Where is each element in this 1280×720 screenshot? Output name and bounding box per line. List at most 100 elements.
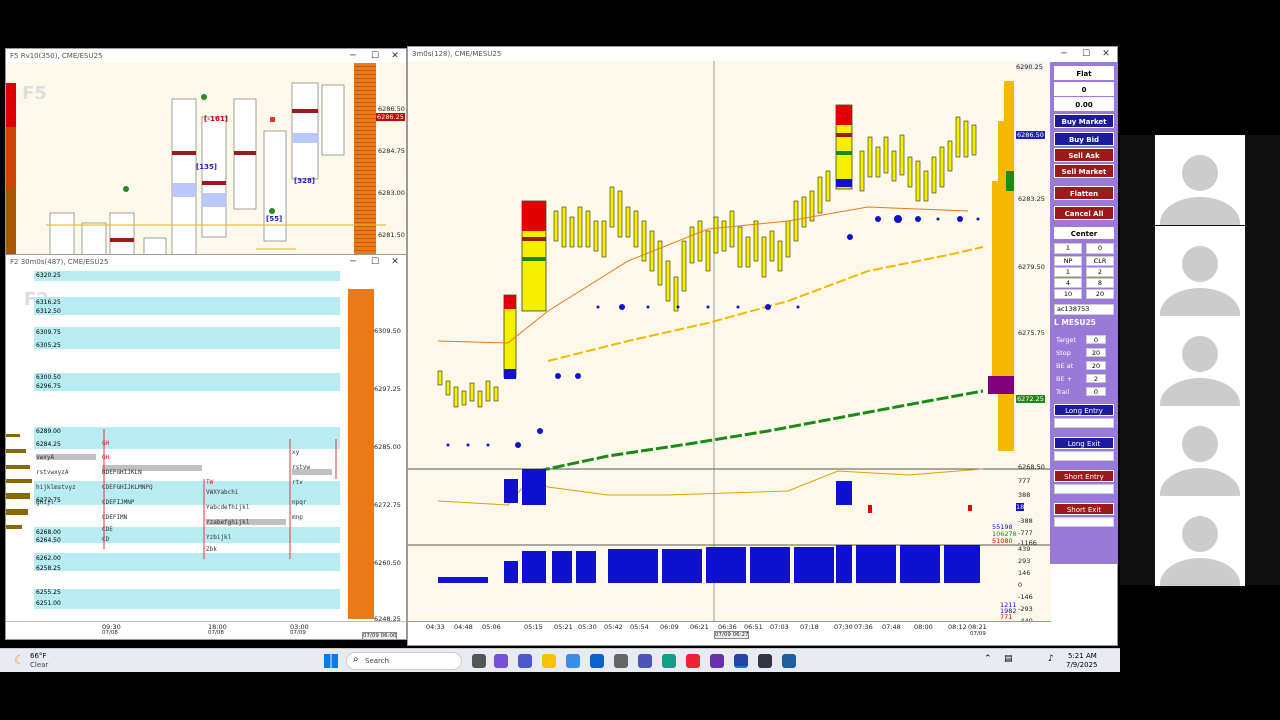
search-box[interactable]: ⌕ Search — [346, 652, 462, 670]
file-explorer-icon[interactable] — [542, 654, 556, 668]
edge-icon[interactable] — [662, 654, 676, 668]
buy-market-button[interactable]: Buy Market — [1054, 114, 1114, 128]
app2-icon[interactable] — [782, 654, 796, 668]
visual-studio-icon[interactable] — [710, 654, 724, 668]
be-at-field[interactable]: 20 — [1086, 361, 1106, 370]
ind2-label: 293 — [1018, 557, 1031, 565]
store-icon[interactable] — [566, 654, 580, 668]
copilot-icon[interactable] — [494, 654, 508, 668]
search-icon: ⌕ — [353, 654, 359, 665]
qty-1-button[interactable]: 1 — [1054, 267, 1082, 277]
f5-watermark: F5 — [22, 83, 47, 104]
qty-8-button[interactable]: 8 — [1086, 278, 1114, 288]
ind1-label: -388 — [1018, 517, 1033, 525]
np-button[interactable]: NP — [1054, 256, 1082, 266]
long-entry-button[interactable]: Long Entry — [1054, 404, 1114, 416]
time-label: 07:03 — [770, 623, 789, 631]
f2-chart[interactable]: F2 6320.25 6316.25 6312.50 6309.75 6305.… — [6, 269, 406, 639]
short-exit-select[interactable] — [1054, 517, 1114, 527]
close-icon[interactable]: ✕ — [386, 255, 404, 269]
readout: 771 — [1000, 613, 1013, 621]
flatten-button[interactable]: Flatten — [1054, 186, 1114, 200]
app-icon[interactable] — [758, 654, 772, 668]
task-view-icon[interactable] — [472, 654, 486, 668]
svg-text:Yzabefghijkl: Yzabefghijkl — [206, 519, 250, 526]
short-entry-select[interactable] — [1054, 484, 1114, 494]
time-label: 05:15 — [524, 623, 543, 631]
main-title: 3m0s(128), CME/MESU25 — [412, 50, 502, 58]
center-button[interactable]: Center — [1054, 227, 1114, 239]
qty-10-button[interactable]: 10 — [1054, 289, 1082, 299]
sell-ask-button[interactable]: Sell Ask — [1054, 148, 1114, 162]
maximize-icon[interactable]: ☐ — [1077, 47, 1095, 61]
sell-market-button[interactable]: Sell Market — [1054, 164, 1114, 178]
maximize-icon[interactable]: ☐ — [366, 49, 384, 63]
svg-text:CD: CD — [102, 536, 110, 543]
main-titlebar[interactable]: 3m0s(128), CME/MESU25 ─ ☐ ✕ — [408, 47, 1117, 61]
target-field[interactable]: 0 — [1086, 335, 1106, 344]
volume-icon[interactable]: ♪ — [1048, 654, 1054, 664]
account-select[interactable]: ac138753 — [1054, 304, 1114, 315]
price-label: 6283.25 — [1018, 195, 1045, 203]
teams-alt-icon[interactable] — [638, 654, 652, 668]
weather-icon[interactable]: ☾ — [14, 653, 25, 667]
clock-date[interactable]: 7/9/2025 — [1066, 661, 1097, 669]
search-placeholder: Search — [365, 657, 390, 665]
sierra-chart-icon[interactable] — [734, 654, 748, 668]
minimize-icon[interactable]: ─ — [344, 49, 362, 63]
svg-text:mnp: mnp — [292, 514, 303, 521]
close-icon[interactable]: ✕ — [1097, 47, 1115, 61]
readout: 51080 — [992, 537, 1013, 545]
qty-4-button[interactable]: 4 — [1054, 278, 1082, 288]
chevron-up-icon[interactable]: ⌃ — [984, 654, 992, 664]
svg-text:TW: TW — [206, 479, 214, 486]
maximize-icon[interactable]: ☐ — [366, 255, 384, 269]
close-icon[interactable]: ✕ — [386, 49, 404, 63]
settings-icon[interactable] — [614, 654, 628, 668]
teams-icon[interactable] — [518, 654, 532, 668]
minimize-icon[interactable]: ─ — [1055, 47, 1073, 61]
main-chart[interactable]: 6290.25 6286.50 6283.25 6279.50 6275.75 … — [408, 61, 1051, 645]
time-label: 08:00 — [914, 623, 933, 631]
ind2-label: 146 — [1018, 569, 1031, 577]
quantity-stepper[interactable]: 1 — [1054, 243, 1082, 254]
f2-window: F2 30m0s(487), CME/ESU25 ─ ☐ ✕ F2 6320.2… — [5, 254, 407, 640]
windows-start-icon[interactable] — [324, 654, 338, 668]
trail-field[interactable]: 0 — [1086, 387, 1106, 396]
svg-text:vwxyA: vwxyA — [36, 454, 54, 461]
stop-field[interactable]: 20 — [1086, 348, 1106, 357]
f2-price-2: 6297.25 — [374, 385, 401, 393]
time-label: 07:36 — [854, 623, 873, 631]
svg-text:CDEFIMN: CDEFIMN — [102, 514, 128, 521]
be-plus-field[interactable]: 2 — [1086, 374, 1106, 383]
quantity-secondary[interactable]: 0 — [1086, 243, 1114, 254]
cancel-all-button[interactable]: Cancel All — [1054, 206, 1114, 220]
buy-bid-button[interactable]: Buy Bid — [1054, 132, 1114, 146]
f5-titlebar[interactable]: F5 Rv10(350), CME/ESU25 ─ ☐ ✕ — [6, 49, 406, 63]
svg-text:rstvw: rstvw — [292, 464, 310, 471]
minimize-icon[interactable]: ─ — [344, 255, 362, 269]
network-icon[interactable]: ▤ — [1004, 654, 1013, 664]
target-label: Target — [1056, 336, 1077, 344]
qty-2-button[interactable]: 2 — [1086, 267, 1114, 277]
clr-button[interactable]: CLR — [1086, 256, 1114, 266]
long-entry-select[interactable] — [1054, 418, 1114, 428]
short-entry-button[interactable]: Short Entry — [1054, 470, 1114, 482]
cursor-time: 07/09 06:00 — [362, 632, 398, 639]
instrument-label: L MESU25 — [1054, 318, 1096, 327]
f2-titlebar[interactable]: F2 30m0s(487), CME/ESU25 ─ ☐ ✕ — [6, 255, 406, 269]
f5-chart[interactable]: F5 6286.50 6286.25 6284.75 6283.00 6281.… — [6, 63, 406, 257]
long-exit-select[interactable] — [1054, 451, 1114, 461]
f2-time-axis — [6, 621, 406, 639]
be-plus-label: BE + — [1056, 375, 1073, 383]
f5-window: F5 Rv10(350), CME/ESU25 ─ ☐ ✕ F5 6286.50… — [5, 48, 407, 258]
position-status: Flat — [1054, 66, 1114, 80]
qty-20-button[interactable]: 20 — [1086, 289, 1114, 299]
f2-price-3: 6285.00 — [374, 443, 401, 451]
short-exit-button[interactable]: Short Exit — [1054, 503, 1114, 515]
clock-time[interactable]: 5:21 AM — [1068, 652, 1097, 660]
ind2-label: 439 — [1018, 545, 1031, 553]
long-exit-button[interactable]: Long Exit — [1054, 437, 1114, 449]
chrome-icon[interactable] — [686, 654, 700, 668]
outlook-icon[interactable] — [590, 654, 604, 668]
